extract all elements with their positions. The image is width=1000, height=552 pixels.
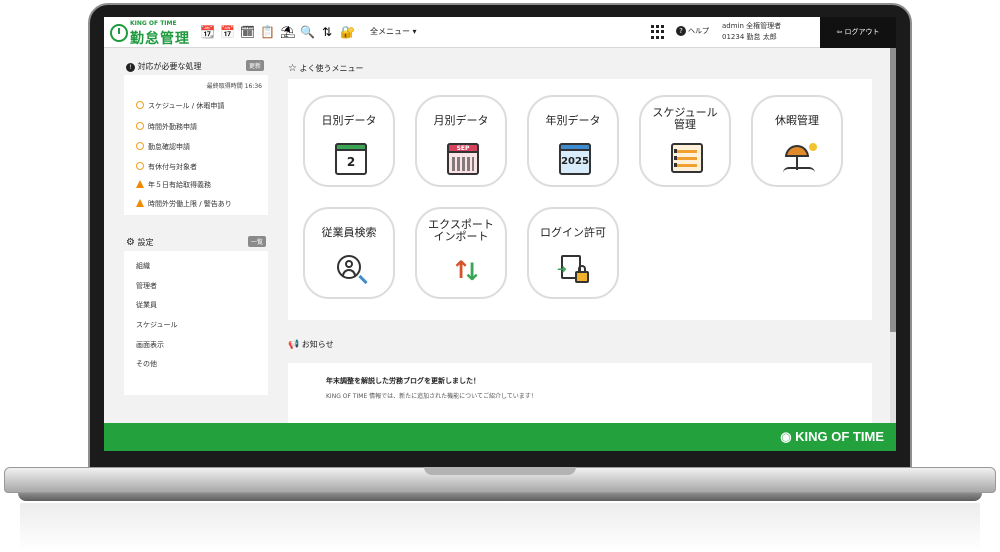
yearly-calendar-icon: 2025 [557, 143, 593, 175]
clock-icon [136, 162, 144, 170]
settings-item-schedule[interactable]: スケジュール [136, 320, 178, 330]
schedule-icon[interactable]: 📋 [260, 25, 275, 39]
favorites-title: ☆ よく使うメニュー [288, 63, 364, 74]
favorites-panel: 日別データ 2 月別データ SEP 年別データ 2025 スケジュール 管理 休… [288, 79, 872, 320]
warning-icon [136, 199, 144, 207]
tile-label: ログイン許可 [540, 226, 606, 239]
app-logo[interactable]: KING OF TIME 勤怠管理 [110, 20, 190, 47]
tile-label: 日別データ [321, 114, 377, 127]
pending-tasks-panel: 最終取得時間 16:36 スケジュール / 休暇申請 時間外勤務申請 勤怠確認申… [124, 75, 268, 215]
daily-calendar-icon: 2 [333, 143, 369, 175]
clock-icon [136, 101, 144, 109]
alert-icon: ! [126, 63, 135, 72]
user-role: admin 全権管理者 [722, 22, 782, 30]
refresh-button[interactable]: 更新 [246, 60, 265, 71]
laptop-reflection [20, 503, 980, 552]
login-lock-icon: ➜ [557, 255, 593, 287]
monthly-calendar-icon[interactable]: 📅 [220, 25, 235, 39]
tile-daily-data[interactable]: 日別データ 2 [303, 95, 395, 187]
laptop-base-bottom [18, 493, 982, 501]
tile-label: 休暇管理 [775, 114, 819, 127]
tile-monthly-data[interactable]: 月別データ SEP [415, 95, 507, 187]
employee-search-icon [333, 255, 369, 287]
settings-item-other[interactable]: その他 [136, 359, 157, 369]
tile-employee-search[interactable]: 従業員検索 [303, 207, 395, 299]
settings-item-display[interactable]: 画面表示 [136, 340, 164, 350]
footer-logo: ◉ KING OF TIME [780, 429, 884, 444]
news-title: 📢 お知らせ [288, 340, 334, 350]
pending-item[interactable]: 時間外労働上限 / 警告あり [136, 199, 232, 209]
pending-item[interactable]: 時間外勤務申請 [136, 122, 197, 132]
settings-panel: 組織 管理者 従業員 スケジュール 画面表示 その他 [124, 251, 268, 395]
settings-item-organization[interactable]: 組織 [136, 261, 150, 271]
scrollbar-thumb[interactable] [890, 48, 896, 332]
schedule-list-icon [669, 143, 705, 175]
pending-item[interactable]: スケジュール / 休暇申請 [136, 101, 224, 111]
app-screen: KING OF TIME 勤怠管理 📆 📅 🗓 📋 ⛱ 🔍 ⇅ 🔐 全メニュー … [104, 17, 896, 451]
tile-export-import[interactable]: エクスポート インポート ↑ ↓ [415, 207, 507, 299]
settings-item-employee[interactable]: 従業員 [136, 300, 157, 310]
laptop-mockup: KING OF TIME 勤怠管理 📆 📅 🗓 📋 ⛱ 🔍 ⇅ 🔐 全メニュー … [0, 0, 1000, 552]
tile-schedule-management[interactable]: スケジュール 管理 [639, 95, 731, 187]
star-icon: ☆ [288, 63, 297, 74]
pending-item[interactable]: 年５日有給取得義務 [136, 180, 211, 190]
tile-label: エクスポート インポート [428, 218, 494, 243]
last-fetch-time: 最終取得時間 16:36 [206, 83, 262, 90]
tile-label: 従業員検索 [321, 226, 377, 239]
tile-yearly-data[interactable]: 年別データ 2025 [527, 95, 619, 187]
settings-item-admin[interactable]: 管理者 [136, 281, 157, 291]
export-import-icon[interactable]: ⇅ [320, 25, 334, 39]
clock-icon [136, 142, 144, 150]
yearly-calendar-icon[interactable]: 🗓 [240, 25, 255, 39]
gear-icon: ⚙ [126, 237, 135, 248]
tile-label: 月別データ [433, 114, 489, 127]
laptop-notch [424, 467, 576, 475]
logo-brand-text: KING OF TIME [130, 20, 177, 27]
news-item-title[interactable]: 年末調整を解説した労務ブログを更新しました！ [326, 376, 480, 386]
pending-item[interactable]: 有休付与対象者 [136, 162, 197, 172]
tile-vacation-management[interactable]: 休暇管理 [751, 95, 843, 187]
monthly-calendar-icon: SEP [445, 143, 481, 175]
clock-icon [136, 122, 144, 130]
user-info: admin 全権管理者 01234 勤怠 太郎 [722, 21, 781, 43]
warning-icon [136, 180, 144, 188]
logout-button[interactable]: ⇦ ログアウト [820, 17, 896, 48]
logo-product-text: 勤怠管理 [130, 31, 190, 47]
news-item-body: KING OF TIME 情報では、新たに追加された機能についてご紹介しています… [326, 393, 537, 400]
user-name: 01234 勤怠 太郎 [722, 33, 777, 41]
all-menu-dropdown[interactable]: 全メニュー ▾ [370, 26, 417, 37]
tile-label: 年別データ [545, 114, 601, 127]
help-icon: ? [676, 26, 686, 36]
settings-title: ⚙ 設定 [126, 237, 154, 248]
export-import-arrows-icon: ↑ ↓ [451, 256, 483, 286]
top-header: KING OF TIME 勤怠管理 📆 📅 🗓 📋 ⛱ 🔍 ⇅ 🔐 全メニュー … [104, 17, 896, 48]
beach-umbrella-icon [781, 143, 817, 175]
employee-search-icon[interactable]: 🔍 [300, 25, 315, 39]
tile-label: スケジュール 管理 [652, 106, 718, 131]
tile-login-permission[interactable]: ログイン許可 ➜ [527, 207, 619, 299]
vacation-icon[interactable]: ⛱ [280, 25, 295, 39]
clock-logo-icon [110, 24, 128, 42]
help-link[interactable]: ? ヘルプ [676, 26, 709, 36]
settings-list-button[interactable]: 一覧 [248, 236, 267, 247]
login-permission-icon[interactable]: 🔐 [340, 25, 355, 39]
pending-tasks-title: ! 対応が必要な処理 [126, 61, 202, 72]
footer-bar: ◉ KING OF TIME [104, 423, 896, 451]
pending-item[interactable]: 勤怠確認申請 [136, 142, 190, 152]
daily-calendar-icon[interactable]: 📆 [200, 25, 215, 39]
megaphone-icon: 📢 [288, 340, 300, 350]
clock-logo-icon: ◉ [780, 429, 792, 444]
app-grid-icon[interactable] [651, 25, 665, 39]
